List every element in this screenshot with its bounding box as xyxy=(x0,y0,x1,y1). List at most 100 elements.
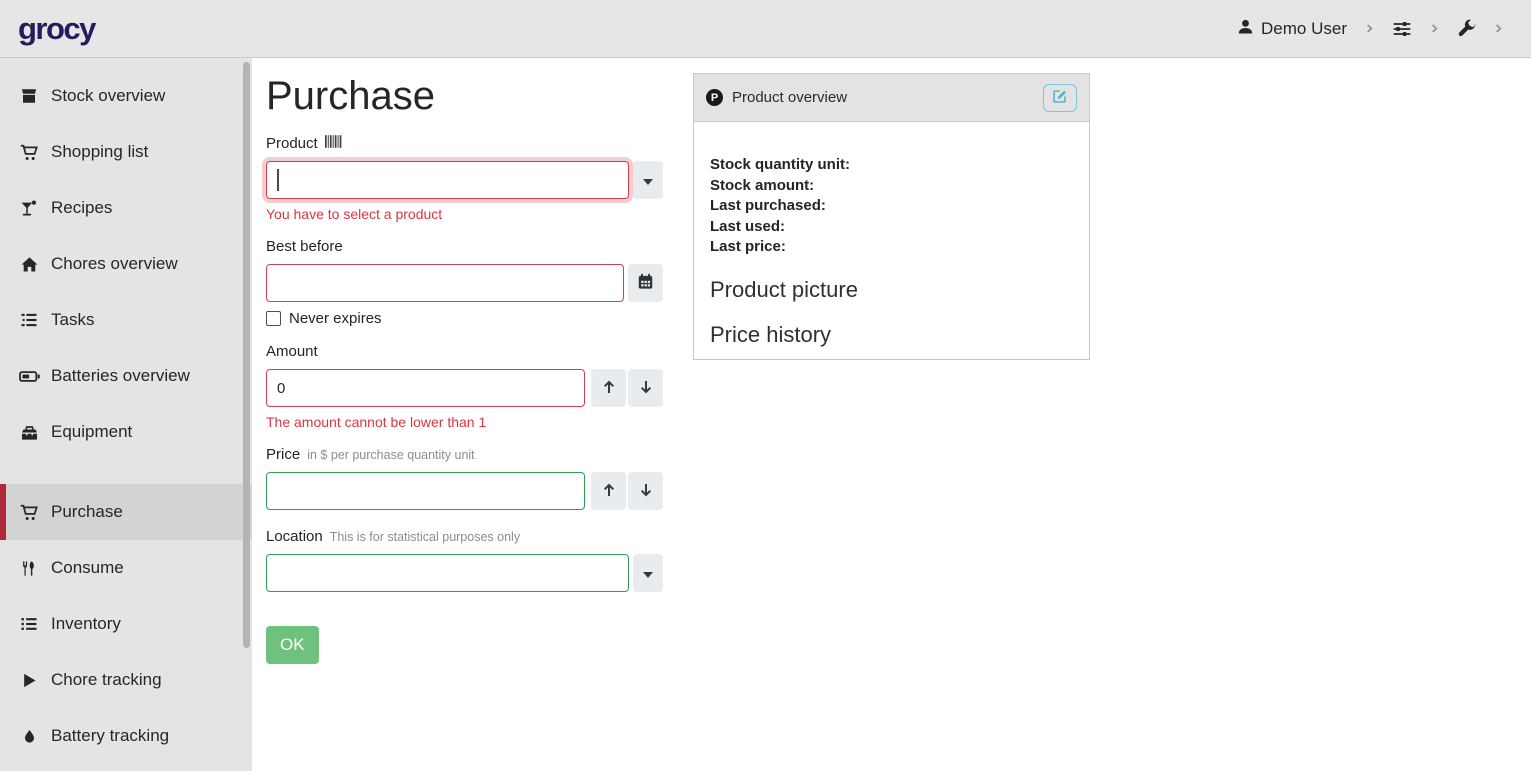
list-icon xyxy=(18,615,40,633)
caret-down-icon xyxy=(643,566,653,581)
sidebar-item-recipes[interactable]: Recipes xyxy=(0,180,252,236)
arrow-down-icon xyxy=(638,482,654,501)
sidebar-item-label: Consume xyxy=(51,558,124,578)
utensils-icon xyxy=(18,560,40,577)
calendar-button[interactable] xyxy=(628,264,663,302)
amount-error: The amount cannot be lower than 1 xyxy=(266,414,663,430)
sidebar: Stock overview Shopping list Recipes Cho… xyxy=(0,58,252,771)
last-used-label: Last used: xyxy=(710,217,1073,238)
price-decrement-button[interactable] xyxy=(628,472,663,510)
user-label: Demo User xyxy=(1261,19,1347,39)
caret-down-icon xyxy=(643,173,653,188)
sidebar-item-label: Stock overview xyxy=(51,86,165,106)
cocktail-icon xyxy=(18,199,40,218)
last-price-label: Last price: xyxy=(710,237,1073,258)
product-label: Product xyxy=(266,135,318,152)
arrow-up-icon xyxy=(601,379,617,398)
best-before-input[interactable] xyxy=(266,264,624,302)
top-navbar: grocy Demo User xyxy=(0,0,1531,58)
calendar-icon xyxy=(637,273,654,293)
chevron-right-icon xyxy=(1429,21,1440,36)
sidebar-item-shopping-list[interactable]: Shopping list xyxy=(0,124,252,180)
barcode-icon xyxy=(325,135,346,152)
stock-quantity-unit-label: Stock quantity unit: xyxy=(710,155,1073,176)
location-label: Location xyxy=(266,528,323,545)
sidebar-item-tasks[interactable]: Tasks xyxy=(0,292,252,348)
price-increment-button[interactable] xyxy=(591,472,626,510)
amount-input[interactable] xyxy=(266,369,585,407)
home-icon xyxy=(18,255,40,274)
sidebar-item-label: Equipment xyxy=(51,422,132,442)
sidebar-item-label: Recipes xyxy=(51,198,112,218)
settings-sliders-icon[interactable] xyxy=(1392,19,1412,39)
panel-body: Stock quantity unit: Stock amount: Last … xyxy=(694,122,1089,364)
product-input[interactable] xyxy=(266,161,629,199)
admin-wrench-icon[interactable] xyxy=(1457,19,1476,38)
edit-pencil-icon xyxy=(1052,88,1068,107)
product-dropdown-button[interactable] xyxy=(633,161,663,199)
last-purchased-label: Last purchased: xyxy=(710,196,1073,217)
user-menu[interactable]: Demo User xyxy=(1237,18,1347,40)
location-input[interactable] xyxy=(266,554,629,592)
amount-label: Amount xyxy=(266,343,318,360)
sidebar-item-inventory[interactable]: Inventory xyxy=(0,596,252,652)
tasks-icon xyxy=(18,311,40,329)
location-dropdown-button[interactable] xyxy=(633,554,663,592)
sidebar-item-label: Tasks xyxy=(51,310,94,330)
best-before-group: Best before xyxy=(266,238,663,327)
amount-increment-button[interactable] xyxy=(591,369,626,407)
sidebar-item-label: Batteries overview xyxy=(51,366,190,386)
amount-group: Amount The amount cannot be xyxy=(266,343,663,430)
sidebar-item-stock-overview[interactable]: Stock overview xyxy=(0,68,252,124)
user-icon xyxy=(1237,18,1254,40)
price-group: Price in $ per purchase quantity unit xyxy=(266,446,663,510)
arrow-up-icon xyxy=(601,482,617,501)
price-hint: in $ per purchase quantity unit xyxy=(307,448,474,462)
text-cursor xyxy=(277,169,279,191)
sidebar-item-batteries-overview[interactable]: Batteries overview xyxy=(0,348,252,404)
sidebar-item-purchase[interactable]: Purchase xyxy=(0,484,252,540)
never-expires-label: Never expires xyxy=(289,310,382,327)
sidebar-item-consume[interactable]: Consume xyxy=(0,540,252,596)
sidebar-item-chores-overview[interactable]: Chores overview xyxy=(0,236,252,292)
play-icon xyxy=(18,672,40,689)
shopping-cart-icon xyxy=(18,143,40,162)
product-group: Product You have to select a pro xyxy=(266,135,663,222)
sidebar-item-label: Chore tracking xyxy=(51,670,162,690)
stock-amount-label: Stock amount: xyxy=(710,176,1073,197)
toolbox-icon xyxy=(18,423,40,442)
chevron-right-icon xyxy=(1364,21,1375,36)
arrow-down-icon xyxy=(638,379,654,398)
sidebar-item-label: Chores overview xyxy=(51,254,178,274)
product-overview-panel: P Product overview Stock quantity unit: … xyxy=(693,73,1090,360)
shopping-cart-icon xyxy=(18,503,40,522)
panel-header: P Product overview xyxy=(694,74,1089,122)
tint-drop-icon xyxy=(18,728,40,745)
product-icon: P xyxy=(706,89,723,106)
panel-title: Product overview xyxy=(732,89,847,106)
navbar-right: Demo User xyxy=(1237,18,1513,40)
sidebar-item-label: Inventory xyxy=(51,614,121,634)
never-expires-checkbox[interactable] xyxy=(266,311,281,326)
sidebar-item-battery-tracking[interactable]: Battery tracking xyxy=(0,708,252,764)
price-label: Price xyxy=(266,446,300,463)
sidebar-scrollbar[interactable] xyxy=(243,62,250,648)
product-picture-heading: Product picture xyxy=(710,277,1073,303)
location-hint: This is for statistical purposes only xyxy=(330,530,520,544)
edit-product-button[interactable] xyxy=(1043,84,1077,112)
sidebar-item-equipment[interactable]: Equipment xyxy=(0,404,252,460)
grocy-logo[interactable]: grocy xyxy=(18,11,95,47)
location-group: Location This is for statistical purpose… xyxy=(266,528,663,592)
amount-decrement-button[interactable] xyxy=(628,369,663,407)
sidebar-item-label: Shopping list xyxy=(51,142,148,162)
best-before-label: Best before xyxy=(266,238,343,255)
price-history-heading: Price history xyxy=(710,322,1073,348)
price-input[interactable] xyxy=(266,472,585,510)
ok-button[interactable]: OK xyxy=(266,626,319,664)
purchase-form: Product You have to select a pro xyxy=(266,135,663,664)
chevron-right-icon xyxy=(1493,21,1504,36)
box-icon xyxy=(18,87,40,105)
sidebar-item-chore-tracking[interactable]: Chore tracking xyxy=(0,652,252,708)
main-content: Purchase Product xyxy=(252,58,1531,771)
product-error: You have to select a product xyxy=(266,206,663,222)
